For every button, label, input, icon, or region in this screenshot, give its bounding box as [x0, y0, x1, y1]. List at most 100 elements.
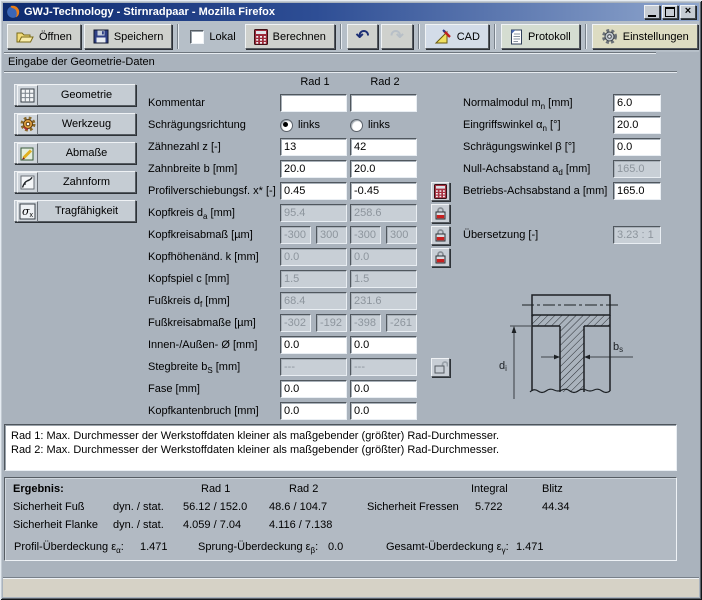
toolbar-separator: [340, 24, 342, 49]
titlebar[interactable]: GWJ-Technology - Stirnradpaar - Mozilla …: [3, 3, 699, 21]
field-label: Kopfkantenbruch [mm]: [148, 405, 280, 417]
form-row-eingriffswinkel: Eingriffswinkel αn [°]: [463, 114, 661, 136]
field-label: Profilverschiebungsf. x* [-]: [148, 185, 280, 197]
settings-button-label: Einstellungen: [623, 31, 689, 43]
close-button[interactable]: ×: [680, 5, 696, 19]
fase-rad2-input[interactable]: [350, 380, 417, 398]
form-row-schraegungsrichtung: Schrägungsrichtung links links: [148, 114, 450, 136]
field-label: Normalmodul mn [mm]: [463, 97, 613, 109]
form-row-betriebs-achsabstand: Betriebs-Achsabstand a [mm]: [463, 180, 661, 202]
fase-rad1-input[interactable]: [280, 380, 347, 398]
schraegungswinkel-input[interactable]: [613, 138, 661, 156]
normalmodul-input[interactable]: [613, 94, 661, 112]
save-button[interactable]: Speichern: [84, 24, 173, 49]
sidebar-item-zahnform[interactable]: Zahnform: [14, 171, 136, 193]
lock-closed-icon: [434, 206, 447, 221]
undo-icon: ↶: [356, 29, 369, 45]
sidebar-item-abmasse[interactable]: Abmaße: [14, 142, 136, 164]
form-row-zaehnezahl: Zähnezahl z [-]: [148, 136, 450, 158]
di-dimension-label: di: [499, 360, 507, 373]
eingriffswinkel-input[interactable]: [613, 116, 661, 134]
settings-button[interactable]: Einstellungen: [592, 24, 698, 49]
fusskreisabmasse-rad2-lower-input: [350, 314, 381, 332]
kopfhoehe-rad1-input: [280, 248, 347, 266]
kopfkreisabmass-rad1-lower-input: [280, 226, 311, 244]
sidebar-item-werkzeug[interactable]: Werkzeug: [14, 113, 136, 135]
stegbreite-lock-button[interactable]: [431, 358, 450, 377]
minimize-icon: [648, 15, 656, 17]
kopfkreis-rad2-input: [350, 204, 417, 222]
field-label: Kopfhöhenänd. k [mm]: [148, 251, 280, 263]
save-button-label: Speichern: [114, 31, 164, 43]
profilverschiebung-calculator-button[interactable]: [431, 182, 450, 201]
undo-button[interactable]: ↶: [347, 24, 378, 49]
kommentar-rad2-input[interactable]: [350, 94, 417, 112]
maximize-button[interactable]: [662, 5, 678, 19]
rad2-links-radio[interactable]: [350, 119, 363, 132]
betriebs-achsabstand-input[interactable]: [613, 182, 661, 200]
cad-button[interactable]: CAD: [425, 24, 489, 49]
divider: [4, 52, 656, 54]
zaehnezahl-rad1-input[interactable]: [280, 138, 347, 156]
sidebar: Geometrie Werkzeug Abmaße: [14, 84, 136, 222]
sidebar-item-tragfaehigkeit[interactable]: σ x Tragfähigkeit: [14, 200, 136, 222]
result-flanke-rad2: 4.116 / 7.138: [269, 519, 332, 531]
kopfkreis-lock-button[interactable]: [431, 204, 450, 223]
field-label: Kopfspiel c [mm]: [148, 273, 280, 285]
result-flanke-mode: dyn. / stat.: [113, 519, 164, 531]
zahnbreite-rad2-input[interactable]: [350, 160, 417, 178]
null-achsabstand-input: [613, 160, 661, 178]
zaehnezahl-rad2-input[interactable]: [350, 138, 417, 156]
kopfkantenbruch-rad1-input[interactable]: [280, 402, 347, 420]
form-row-kommentar: Kommentar: [148, 92, 450, 114]
kopfkantenbruch-rad2-input[interactable]: [350, 402, 417, 420]
field-label: Kommentar: [148, 97, 280, 109]
geometry-form: Rad 1 Rad 2 Kommentar Schrägungsrichtung…: [148, 76, 450, 422]
cad-button-label: CAD: [457, 31, 480, 43]
minimize-button[interactable]: [644, 5, 660, 19]
rad1-column-header: Rad 1: [280, 76, 350, 92]
mini-calculator-icon: [434, 184, 447, 199]
gear-cross-section-drawing: di bs: [497, 281, 677, 419]
page-title: Eingabe der Geometrie-Daten: [8, 56, 155, 68]
field-label: Eingriffswinkel αn [°]: [463, 119, 613, 131]
open-button[interactable]: Öffnen: [7, 24, 81, 49]
field-label: Kopfkreis da [mm]: [148, 207, 280, 219]
results-col-blitz: Blitz: [542, 483, 563, 495]
sidebar-item-geometrie[interactable]: Geometrie: [14, 84, 136, 106]
rad2-links-label: links: [368, 119, 390, 131]
divider: [4, 71, 677, 73]
kommentar-rad1-input[interactable]: [280, 94, 347, 112]
innendurchmesser-rad1-input[interactable]: [280, 336, 347, 354]
redo-button: ↷: [381, 24, 412, 49]
innendurchmesser-rad2-input[interactable]: [350, 336, 417, 354]
form-row-fase: Fase [mm]: [148, 378, 450, 400]
calculate-button[interactable]: Berechnen: [245, 24, 335, 49]
form-row-kopfhoehenaenderung: Kopfhöhenänd. k [mm]: [148, 246, 450, 268]
kopfkreisabmass-rad2-upper-input: [386, 226, 417, 244]
profilverschiebung-rad2-input[interactable]: [350, 182, 417, 200]
form-row-zahnbreite: Zahnbreite b [mm]: [148, 158, 450, 180]
protocol-icon: [510, 29, 523, 45]
results-col-rad2: Rad 2: [289, 483, 318, 495]
fusskreis-rad1-input: [280, 292, 347, 310]
kopfkreisabmass-lock-button[interactable]: [431, 226, 450, 245]
calculate-button-label: Berechnen: [273, 31, 326, 43]
result-sprung-ueberdeckung-value: 0.0: [328, 541, 343, 553]
toolbar-separator: [585, 24, 587, 49]
result-fuss-rad1: 56.12 / 152.0: [183, 501, 247, 513]
result-fuss-label: Sicherheit Fuß: [13, 501, 85, 513]
open-folder-icon: [16, 29, 34, 44]
rad1-links-radio[interactable]: [280, 119, 293, 132]
profilverschiebung-rad1-input[interactable]: [280, 182, 347, 200]
kopfspiel-rad2-input: [350, 270, 417, 288]
lokal-checkbox[interactable]: [190, 30, 204, 44]
lock-open-icon: [434, 360, 448, 375]
cad-icon: [434, 29, 452, 45]
open-button-label: Öffnen: [39, 31, 72, 43]
zahnbreite-rad1-input[interactable]: [280, 160, 347, 178]
bs-dimension-label: bs: [613, 341, 623, 354]
protocol-button[interactable]: Protokoll: [501, 24, 580, 49]
result-fuss-mode: dyn. / stat.: [113, 501, 164, 513]
kopfhoehe-lock-button[interactable]: [431, 248, 450, 267]
